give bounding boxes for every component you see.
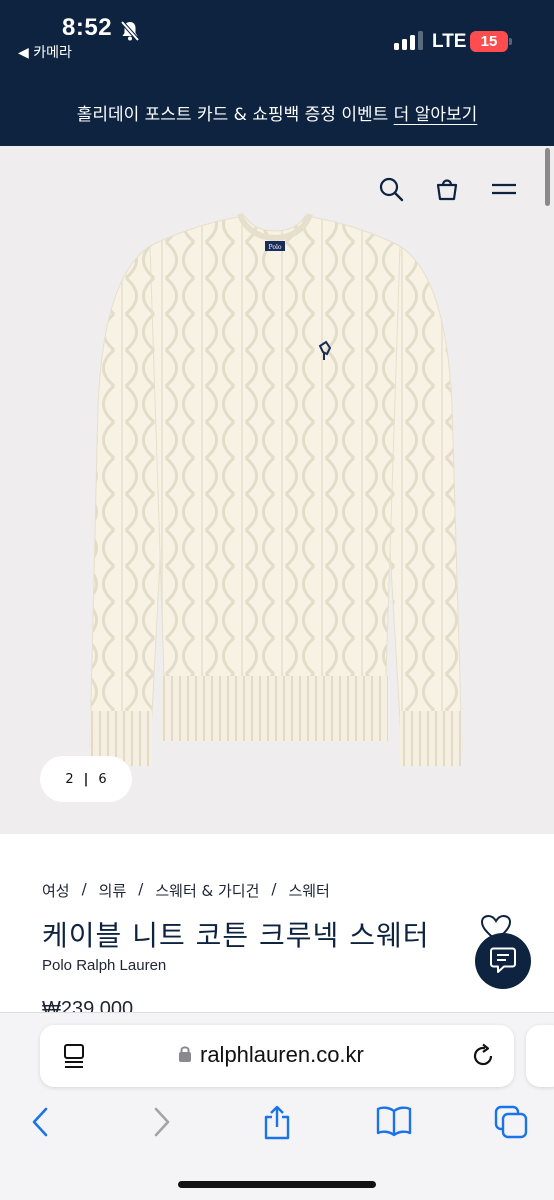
product-image-sweater: Polo	[89, 212, 463, 766]
reader-mode-icon[interactable]	[62, 1043, 86, 1069]
promo-banner: 홀리데이 포스트 카드 & 쇼핑백 증정 이벤트 더 알아보기	[0, 80, 554, 146]
page-scrollbar[interactable]	[545, 148, 550, 206]
forward-icon[interactable]	[148, 1105, 174, 1139]
bookmarks-icon[interactable]	[376, 1105, 412, 1137]
breadcrumb-item[interactable]: 스웨터	[288, 880, 329, 901]
network-type: LTE	[432, 31, 467, 52]
address-bar[interactable]: ralphlauren.co.kr	[40, 1025, 514, 1087]
promo-text: 홀리데이 포스트 카드 & 쇼핑백 증정 이벤트	[76, 105, 394, 125]
product-title: 케이블 니트 코튼 크루넥 스웨터	[42, 919, 430, 952]
breadcrumb-separator: /	[138, 880, 144, 898]
pager-separator: |	[83, 771, 89, 787]
status-time: 8:52	[62, 14, 113, 41]
label-logo-text: Polo	[269, 244, 282, 251]
image-pager: 2 | 6	[40, 756, 132, 802]
breadcrumb-separator: /	[81, 880, 87, 898]
breadcrumb-item[interactable]: 의류	[99, 880, 127, 901]
breadcrumb-separator: /	[271, 880, 277, 898]
url-text[interactable]: ralphlauren.co.kr	[200, 1042, 364, 1068]
reload-icon[interactable]	[470, 1043, 496, 1069]
cell-signal-icon	[394, 31, 423, 50]
product-brand: Polo Ralph Lauren	[42, 957, 167, 974]
bell-muted-icon	[120, 20, 140, 42]
shopping-bag-icon[interactable]	[434, 176, 460, 202]
back-icon[interactable]	[28, 1105, 54, 1139]
pager-current: 2	[65, 771, 74, 787]
battery-nub	[509, 38, 512, 45]
share-icon[interactable]	[262, 1105, 292, 1141]
browser-toolbar: ralphlauren.co.kr	[0, 1012, 554, 1200]
product-price: ₩239,000	[42, 998, 134, 1012]
next-tab-preview[interactable]	[526, 1025, 554, 1087]
battery-indicator: 15	[470, 31, 508, 52]
breadcrumb: 여성 / 의류 / 스웨터 & 가디건 / 스웨터	[42, 880, 330, 901]
chat-icon	[490, 947, 516, 973]
chat-button[interactable]	[475, 933, 531, 989]
lock-icon	[179, 1046, 191, 1062]
tabs-icon[interactable]	[494, 1105, 528, 1139]
menu-icon[interactable]	[490, 176, 518, 202]
breadcrumb-item[interactable]: 여성	[42, 880, 70, 901]
back-to-app-link[interactable]: ◀ 카메라	[18, 42, 72, 62]
search-icon[interactable]	[378, 176, 404, 202]
product-gallery[interactable]: Polo 2 | 6	[0, 146, 554, 834]
pager-total: 6	[98, 771, 107, 787]
home-indicator[interactable]	[178, 1181, 376, 1188]
promo-learn-more-link[interactable]: 더 알아보기	[394, 105, 478, 125]
breadcrumb-item[interactable]: 스웨터 & 가디건	[155, 880, 259, 901]
status-bar: 8:52 ◀ 카메라 LTE 15	[0, 0, 554, 80]
